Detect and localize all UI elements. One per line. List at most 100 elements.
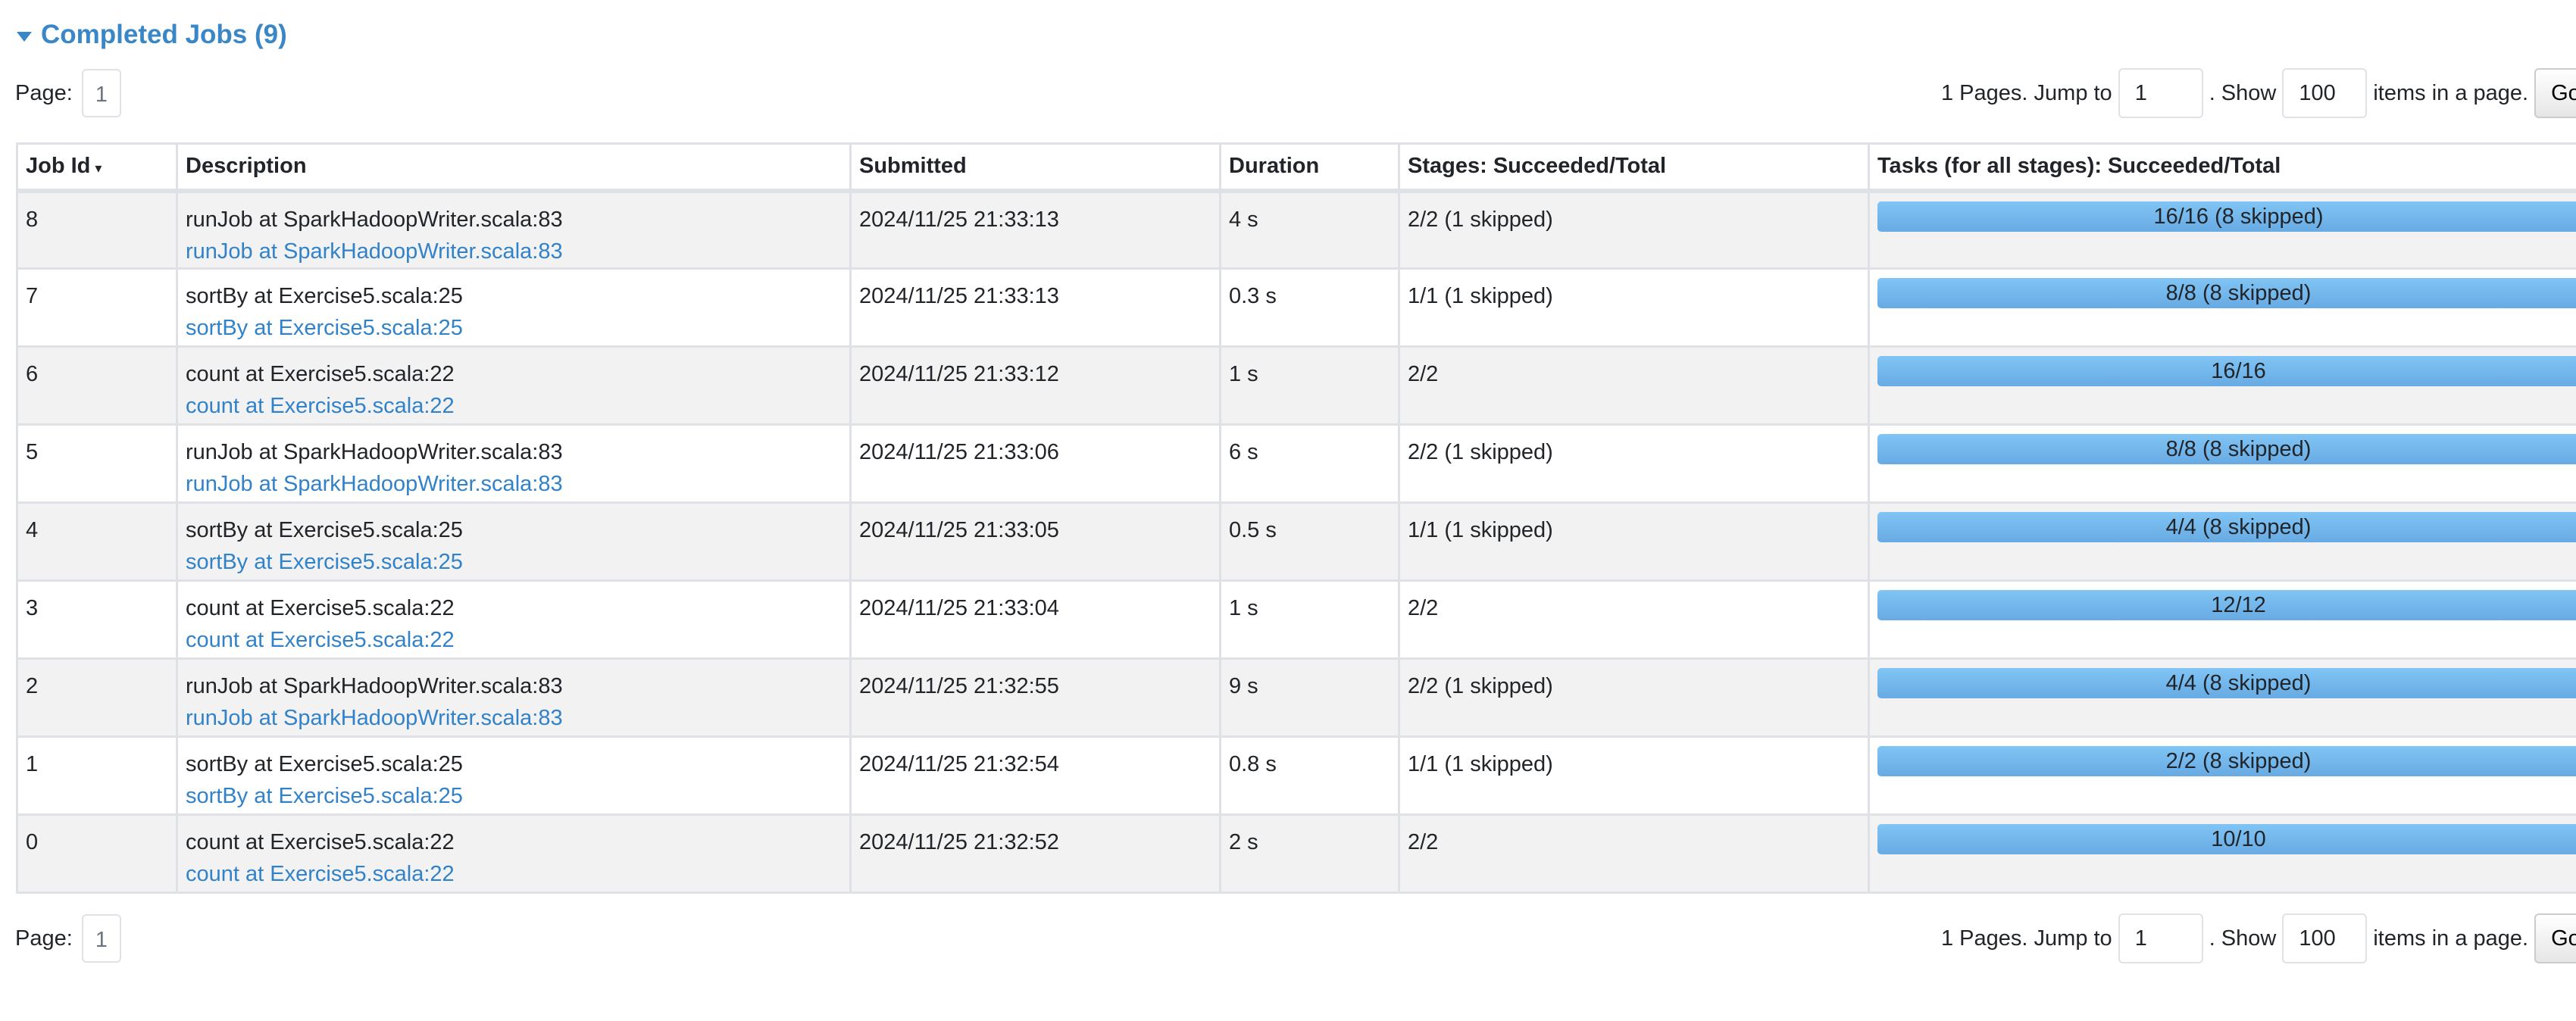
stages-progress: 2/2 [1398,579,1870,660]
stages-progress: 2/2 (1 skipped) [1398,423,1870,504]
table-row: 4 sortBy at Exercise5.scala:25 sortBy at E… [16,501,2576,582]
table-row: 3 count at Exercise5.scala:22 count at Exe… [16,579,2576,660]
job-detail-link[interactable]: sortBy at Exercise5.scala:25 [186,312,842,344]
tasks-progress-bar: 2/2 (8 skipped) [1877,746,2576,776]
submitted-time: 2024/11/25 21:33:06 [849,423,1221,504]
header-job-id[interactable]: Job Id ▾ [16,142,178,193]
page-1-button[interactable]: 1 [81,914,121,963]
description-cell: sortBy at Exercise5.scala:25 sortBy at Ex… [176,735,852,816]
description-cell: count at Exercise5.scala:22 count at Exer… [176,579,852,660]
tasks-progress-bar: 16/16 [1877,356,2576,386]
description-cell: count at Exercise5.scala:22 count at Exer… [176,813,852,894]
submitted-time: 2024/11/25 21:32:54 [849,735,1221,816]
header-duration[interactable]: Duration [1219,142,1400,193]
jobs-table: Job Id ▾ Description Submitted Duration S… [16,142,2576,894]
job-description: sortBy at Exercise5.scala:25 [186,518,463,542]
tasks-cell: 4/4 (8 skipped) [1868,657,2576,738]
job-detail-link[interactable]: runJob at SparkHadoopWriter.scala:83 [186,236,842,267]
completed-jobs-toggle[interactable]: Completed Jobs (9) [17,20,287,50]
job-description: count at Exercise5.scala:22 [186,596,455,620]
go-button[interactable]: Go [2534,68,2576,118]
stages-progress: 2/2 [1398,813,1870,894]
tasks-progress-bar: 10/10 [1877,824,2576,854]
stages-progress: 1/1 (1 skipped) [1398,735,1870,816]
job-detail-link[interactable]: sortBy at Exercise5.scala:25 [186,546,842,578]
tasks-cell: 4/4 (8 skipped) [1868,501,2576,582]
job-description: runJob at SparkHadoopWriter.scala:83 [186,674,563,698]
duration: 0.8 s [1219,735,1400,816]
job-id: 2 [16,657,178,738]
stages-progress: 2/2 (1 skipped) [1398,189,1870,270]
submitted-time: 2024/11/25 21:33:13 [849,267,1221,348]
job-detail-link[interactable]: sortBy at Exercise5.scala:25 [186,780,842,812]
jump-to-page-input[interactable] [2118,68,2203,118]
description-cell: runJob at SparkHadoopWriter.scala:83 runJ… [176,423,852,504]
job-description: sortBy at Exercise5.scala:25 [186,284,463,308]
duration: 0.3 s [1219,267,1400,348]
table-row: 0 count at Exercise5.scala:22 count at Exe… [16,813,2576,894]
items-text: items in a page. [2373,80,2529,105]
job-id: 4 [16,501,178,582]
job-description: runJob at SparkHadoopWriter.scala:83 [186,440,563,464]
page-size-input[interactable] [2282,68,2368,118]
page-1-button[interactable]: 1 [81,69,121,117]
job-id: 3 [16,579,178,660]
job-description: sortBy at Exercise5.scala:25 [186,752,463,776]
job-description: count at Exercise5.scala:22 [186,830,455,854]
page-size-input[interactable] [2282,913,2368,963]
jump-to-page-input[interactable] [2118,913,2203,963]
header-tasks[interactable]: Tasks (for all stages): Succeeded/Total [1868,142,2576,193]
duration: 0.5 s [1219,501,1400,582]
tasks-progress-bar: 4/4 (8 skipped) [1877,512,2576,542]
go-button[interactable]: Go [2534,913,2576,963]
table-row: 5 runJob at SparkHadoopWriter.scala:83 run… [16,423,2576,504]
tasks-cell: 8/8 (8 skipped) [1868,267,2576,348]
job-id: 1 [16,735,178,816]
description-cell: count at Exercise5.scala:22 count at Exer… [176,345,852,426]
duration: 4 s [1219,189,1400,270]
job-detail-link[interactable]: count at Exercise5.scala:22 [186,624,842,656]
page-label: Page: [15,80,73,105]
page-label: Page: [15,926,73,951]
header-job-id-label: Job Id [26,154,91,179]
tasks-cell: 2/2 (8 skipped) [1868,735,2576,816]
stages-progress: 1/1 (1 skipped) [1398,501,1870,582]
description-cell: sortBy at Exercise5.scala:25 sortBy at Ex… [176,501,852,582]
job-id: 6 [16,345,178,426]
job-id: 5 [16,423,178,504]
header-submitted[interactable]: Submitted [849,142,1221,193]
table-row: 1 sortBy at Exercise5.scala:25 sortBy at E… [16,735,2576,816]
duration: 9 s [1219,657,1400,738]
header-stages[interactable]: Stages: Succeeded/Total [1398,142,1870,193]
job-detail-link[interactable]: count at Exercise5.scala:22 [186,390,842,422]
tasks-cell: 8/8 (8 skipped) [1868,423,2576,504]
description-cell: runJob at SparkHadoopWriter.scala:83 runJ… [176,657,852,738]
submitted-time: 2024/11/25 21:33:04 [849,579,1221,660]
show-text: . Show [2209,926,2277,951]
duration: 1 s [1219,579,1400,660]
submitted-time: 2024/11/25 21:33:13 [849,189,1221,270]
description-cell: sortBy at Exercise5.scala:25 sortBy at Ex… [176,267,852,348]
description-cell: runJob at SparkHadoopWriter.scala:83 runJ… [176,189,852,270]
items-text: items in a page. [2373,926,2529,951]
table-row: 8 runJob at SparkHadoopWriter.scala:83 run… [16,189,2576,270]
table-row: 6 count at Exercise5.scala:22 count at Exe… [16,345,2576,426]
tasks-progress-bar: 4/4 (8 skipped) [1877,668,2576,698]
duration: 1 s [1219,345,1400,426]
job-id: 7 [16,267,178,348]
job-detail-link[interactable]: runJob at SparkHadoopWriter.scala:83 [186,702,842,734]
stages-progress: 1/1 (1 skipped) [1398,267,1870,348]
pages-text: 1 Pages. Jump to [1941,926,2112,951]
job-description: runJob at SparkHadoopWriter.scala:83 [186,207,563,232]
table-row: 7 sortBy at Exercise5.scala:25 sortBy at E… [16,267,2576,348]
job-detail-link[interactable]: runJob at SparkHadoopWriter.scala:83 [186,468,842,500]
submitted-time: 2024/11/25 21:33:05 [849,501,1221,582]
submitted-time: 2024/11/25 21:32:55 [849,657,1221,738]
section-title: Completed Jobs (9) [41,20,287,49]
tasks-cell: 16/16 (8 skipped) [1868,189,2576,270]
tasks-cell: 10/10 [1868,813,2576,894]
job-detail-link[interactable]: count at Exercise5.scala:22 [186,858,842,890]
header-description[interactable]: Description [176,142,852,193]
show-text: . Show [2209,80,2277,105]
sort-desc-icon: ▾ [95,161,102,176]
